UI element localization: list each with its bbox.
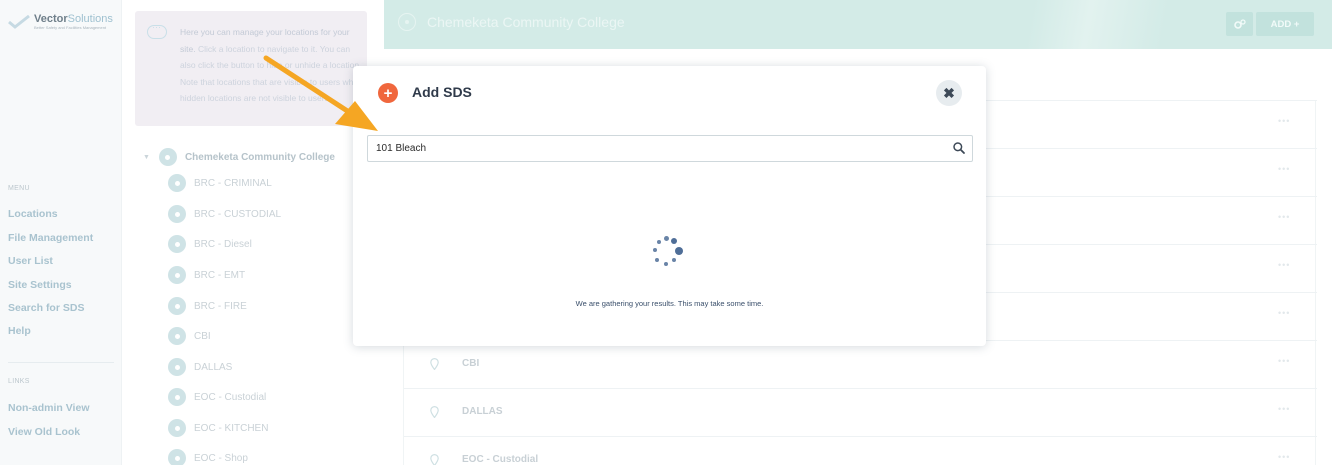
modal-title: Add SDS xyxy=(412,84,472,100)
info-text: Here you can manage your locations for y… xyxy=(180,24,362,107)
more-options-icon[interactable]: ••• xyxy=(1278,116,1290,126)
more-options-icon[interactable]: ••• xyxy=(1278,212,1290,222)
tree-item-label: BRC - FIRE xyxy=(194,300,247,312)
tree-item[interactable]: EOC - KITCHEN xyxy=(168,418,268,438)
nav-item-file-management[interactable]: File Management xyxy=(8,232,93,244)
nav-item-user-list[interactable]: User List xyxy=(8,255,53,267)
sds-search-input[interactable] xyxy=(368,136,948,161)
nav-item-search-for-sds[interactable]: Search for SDS xyxy=(8,302,84,314)
location-pin-icon xyxy=(168,266,186,284)
nav-link-non-admin-view[interactable]: Non-admin View xyxy=(8,402,89,414)
plus-icon: + xyxy=(378,83,398,103)
left-nav: VectorSolutions Better Safety and Facili… xyxy=(0,0,122,465)
nav-item-help[interactable]: Help xyxy=(8,325,31,337)
loading-spinner-icon xyxy=(650,235,690,275)
more-options-icon[interactable]: ••• xyxy=(1278,308,1290,318)
more-options-icon[interactable]: ••• xyxy=(1278,452,1290,462)
location-pin-icon xyxy=(430,454,439,465)
chat-bubble-icon xyxy=(147,22,167,39)
add-button[interactable]: ADD + xyxy=(1256,12,1314,36)
tree-item-label: BRC - CUSTODIAL xyxy=(194,208,282,220)
sds-search-box xyxy=(367,135,973,162)
tree-item-label: EOC - Custodial xyxy=(194,391,267,403)
tree-item-label: EOC - Shop xyxy=(194,452,248,464)
location-header: Chemeketa Community College ADD + xyxy=(384,0,1332,49)
tree-item[interactable]: BRC - CRIMINAL xyxy=(168,173,272,193)
location-pin-icon xyxy=(168,327,186,345)
info-box: Here you can manage your locations for y… xyxy=(135,11,367,126)
search-icon[interactable] xyxy=(952,141,966,155)
brand-logo[interactable]: VectorSolutions Better Safety and Facili… xyxy=(8,13,118,35)
tree-item[interactable]: BRC - FIRE xyxy=(168,296,247,316)
more-options-icon[interactable]: ••• xyxy=(1278,260,1290,270)
tree-root[interactable]: ▼ Chemeketa Community College xyxy=(143,147,335,167)
nav-item-locations[interactable]: Locations xyxy=(8,208,58,220)
close-button[interactable]: ✖ xyxy=(936,80,962,106)
location-pin-icon xyxy=(168,235,186,253)
row-label: EOC - Custodial xyxy=(462,454,539,465)
location-pin-icon xyxy=(168,205,186,223)
brand-name: VectorSolutions xyxy=(34,13,113,25)
tree-item[interactable]: EOC - Shop xyxy=(168,448,248,465)
more-options-icon[interactable]: ••• xyxy=(1278,356,1290,366)
nav-item-site-settings[interactable]: Site Settings xyxy=(8,279,72,291)
links-header: LINKS xyxy=(8,378,30,385)
location-pin-icon xyxy=(168,388,186,406)
location-pin-icon xyxy=(168,419,186,437)
loading-message: We are gathering your results. This may … xyxy=(575,299,764,308)
location-pin-icon xyxy=(168,449,186,465)
tree-item[interactable]: BRC - CUSTODIAL xyxy=(168,204,281,224)
location-pin-icon xyxy=(430,406,439,418)
tree-item-label: EOC - KITCHEN xyxy=(194,422,269,434)
logo-check-icon xyxy=(8,15,30,29)
more-options-icon[interactable]: ••• xyxy=(1278,404,1290,414)
tree-item-label: BRC - EMT xyxy=(194,269,246,281)
more-options-icon[interactable]: ••• xyxy=(1278,164,1290,174)
brand-tagline: Better Safety and Facilities Management xyxy=(34,25,107,30)
tree-item[interactable]: EOC - Custodial xyxy=(168,387,266,407)
tree-item-label: BRC - CRIMINAL xyxy=(194,177,272,189)
tree-item-label: BRC - Diesel xyxy=(194,238,252,250)
location-pin-icon xyxy=(168,174,186,192)
tree-root-label: Chemeketa Community College xyxy=(184,151,335,163)
nav-link-view-old-look[interactable]: View Old Look xyxy=(8,426,80,438)
location-pin-icon xyxy=(168,358,186,376)
tree-item-label: CBI xyxy=(194,330,211,342)
info-body: Click a location to navigate to it. You … xyxy=(180,43,362,104)
location-pin-icon xyxy=(430,358,439,370)
location-pin-icon xyxy=(168,297,186,315)
location-pin-icon xyxy=(398,13,416,31)
close-icon: ✖ xyxy=(943,84,955,101)
list-row[interactable]: CBI ••• xyxy=(404,340,1317,388)
add-sds-modal: + Add SDS ✖ We are gathering your result… xyxy=(353,66,986,346)
tree-item[interactable]: BRC - Diesel xyxy=(168,234,252,254)
row-label: DALLAS xyxy=(462,406,503,417)
tree-item[interactable]: BRC - EMT xyxy=(168,265,245,285)
list-row[interactable]: DALLAS ••• xyxy=(404,388,1317,436)
caret-down-icon[interactable]: ▼ xyxy=(143,154,150,161)
gears-icon xyxy=(1233,19,1246,29)
tree-item[interactable]: DALLAS xyxy=(168,357,232,377)
row-label: CBI xyxy=(462,358,480,369)
menu-header: MENU xyxy=(8,185,30,192)
list-row[interactable]: EOC - Custodial ••• xyxy=(404,436,1317,465)
tree-item-label: DALLAS xyxy=(194,361,233,373)
location-pin-icon xyxy=(158,148,177,166)
nav-divider xyxy=(8,362,114,363)
tree-item[interactable]: CBI xyxy=(168,326,211,346)
page-title: Chemeketa Community College xyxy=(427,14,625,30)
settings-button[interactable] xyxy=(1226,12,1253,36)
